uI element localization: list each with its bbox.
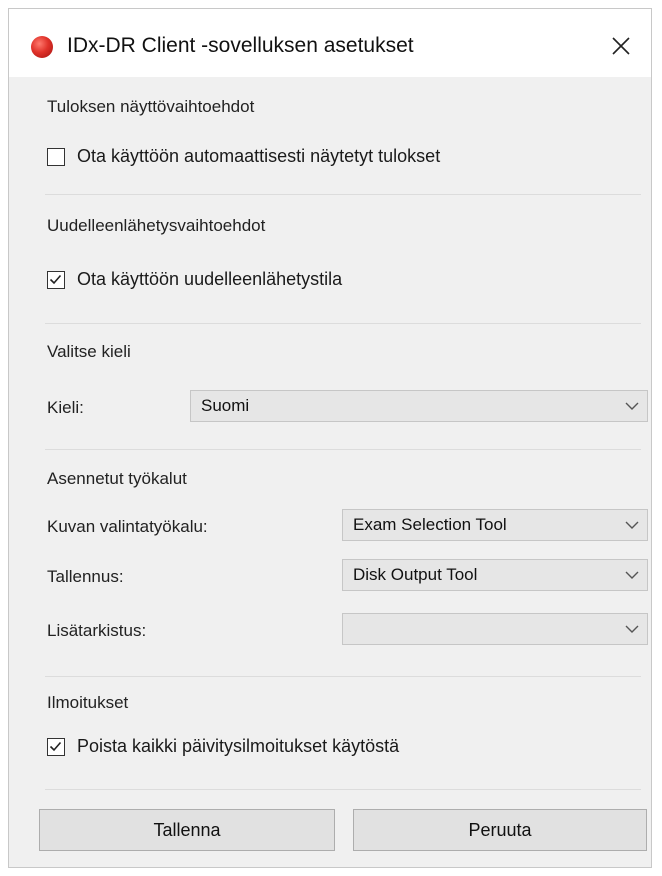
save-tool-value: Disk Output Tool bbox=[353, 565, 478, 584]
save-tool-label: Tallennus: bbox=[47, 567, 124, 586]
auto-show-results-label: Ota käyttöön automaattisesti näytetyt tu… bbox=[77, 146, 441, 166]
resend-mode-box[interactable] bbox=[47, 270, 65, 289]
divider bbox=[45, 676, 641, 677]
divider bbox=[45, 789, 641, 790]
chevron-down-icon bbox=[625, 521, 639, 529]
settings-dialog: IDx-DR Client -sovelluksen asetukset Tul… bbox=[8, 8, 652, 868]
image-selection-select[interactable]: Exam Selection Tool bbox=[342, 509, 648, 541]
cancel-button[interactable]: Peruuta bbox=[353, 809, 647, 851]
extra-check-label: Lisätarkistus: bbox=[47, 621, 147, 640]
notifications-heading: Ilmoitukset bbox=[47, 693, 129, 712]
checkmark-icon bbox=[49, 741, 62, 751]
close-button[interactable] bbox=[601, 27, 641, 65]
resend-heading: Uudelleenlähetysvaihtoehdot bbox=[47, 216, 266, 235]
save-tool-select[interactable]: Disk Output Tool bbox=[342, 559, 648, 591]
window-title: IDx-DR Client -sovelluksen asetukset bbox=[67, 34, 414, 57]
image-selection-value: Exam Selection Tool bbox=[353, 515, 507, 534]
divider bbox=[45, 323, 641, 324]
chevron-down-icon bbox=[625, 571, 639, 579]
checkmark-icon bbox=[49, 274, 62, 284]
language-label: Kieli: bbox=[47, 398, 84, 417]
resend-mode-label: Ota käyttöön uudelleenlähetystila bbox=[77, 269, 343, 289]
close-icon bbox=[612, 37, 630, 55]
language-select-value: Suomi bbox=[201, 396, 250, 415]
title-bar: IDx-DR Client -sovelluksen asetukset bbox=[9, 9, 651, 77]
chevron-down-icon bbox=[625, 402, 639, 410]
disable-update-notifications-box[interactable] bbox=[47, 737, 65, 756]
disable-update-notifications-label: Poista kaikki päivitysilmoitukset käytös… bbox=[77, 736, 400, 756]
resend-mode-checkbox[interactable]: Ota käyttöön uudelleenlähetystila bbox=[47, 269, 342, 290]
tools-heading: Asennetut työkalut bbox=[47, 469, 187, 488]
save-button[interactable]: Tallenna bbox=[39, 809, 335, 851]
image-selection-label: Kuvan valintatyökalu: bbox=[47, 517, 208, 536]
app-icon bbox=[31, 36, 53, 58]
language-select[interactable]: Suomi bbox=[190, 390, 648, 422]
divider bbox=[45, 194, 641, 195]
results-heading: Tuloksen näyttövaihtoehdot bbox=[47, 97, 255, 116]
disable-update-notifications-checkbox[interactable]: Poista kaikki päivitysilmoitukset käytös… bbox=[47, 736, 399, 757]
divider bbox=[45, 449, 641, 450]
chevron-down-icon bbox=[625, 625, 639, 633]
auto-show-results-checkbox[interactable]: Ota käyttöön automaattisesti näytetyt tu… bbox=[47, 146, 440, 167]
extra-check-select[interactable] bbox=[342, 613, 648, 645]
language-heading: Valitse kieli bbox=[47, 342, 131, 361]
auto-show-results-box[interactable] bbox=[47, 147, 65, 166]
